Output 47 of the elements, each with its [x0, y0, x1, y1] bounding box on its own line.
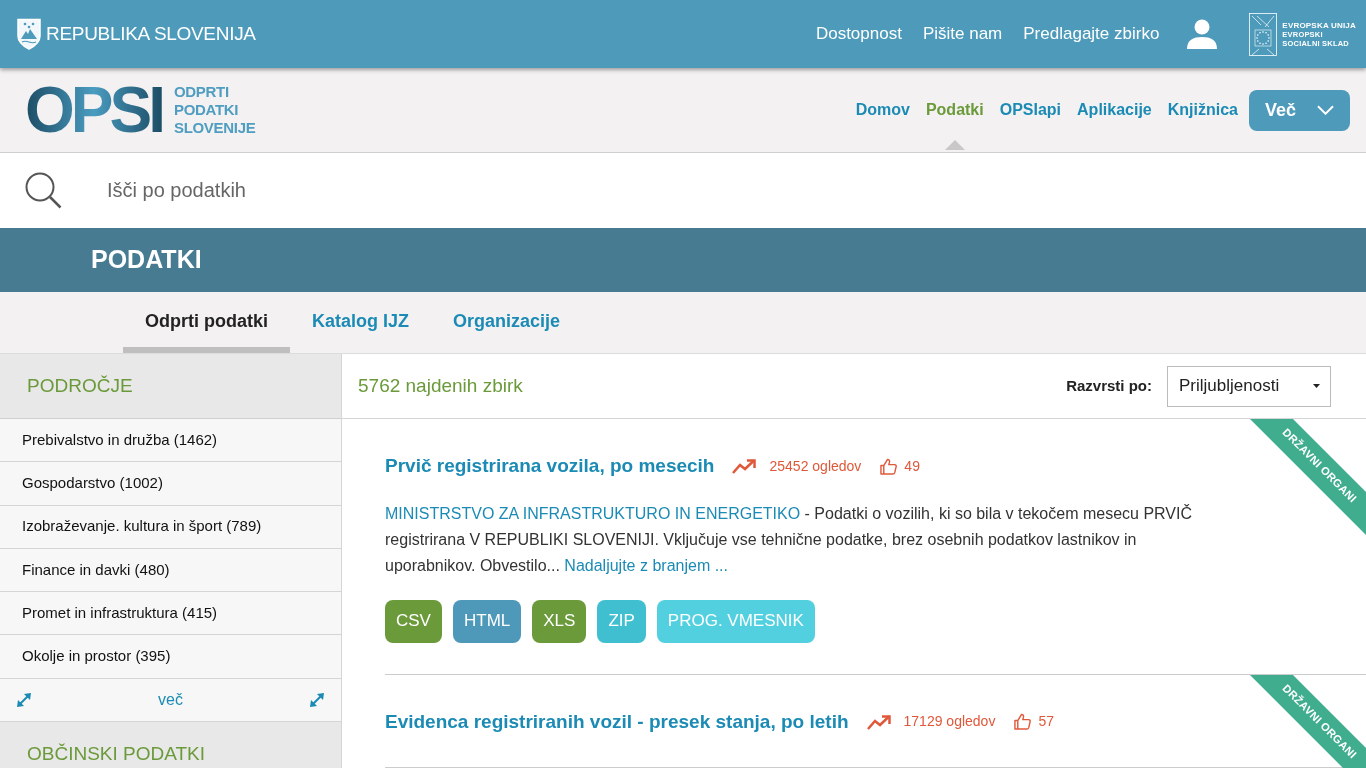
sort-dropdown[interactable]: Priljubljenosti — [1167, 365, 1331, 407]
sort-label: Razvrsti po: — [1066, 375, 1152, 396]
expand-icon[interactable] — [308, 690, 326, 709]
site-title[interactable]: REPUBLIKA SLOVENIJA — [46, 19, 256, 49]
nav-link[interactable]: Knjižnica — [1167, 98, 1238, 122]
expand-icon[interactable] — [15, 690, 33, 709]
nav-link[interactable]: Domov — [855, 98, 910, 122]
dataset-description: MINISTRSTVO ZA INFRASTRUKTURO IN ENERGETIKO - Podatki o vozilih, ki so bila v tekočem mesecu PRVIČ registrirana V REPUBLIKI SLOVENIJI. Vključuje vse tehnične podatke, brez osebnih podatkov lastnikov in uporabnikov. Obvestilo... Nadaljujte z branjem ... — [385, 503, 1193, 576]
caret-down-icon — [1313, 384, 1320, 388]
more-menu-button[interactable]: Več — [1249, 89, 1350, 131]
thumbs-up-icon[interactable] — [1014, 713, 1032, 731]
format-tag[interactable]: HTML — [452, 599, 522, 643]
user-icon[interactable] — [1187, 19, 1218, 49]
like-count: 57 — [1038, 712, 1054, 732]
dataset-title-link[interactable]: Prvič registrirana vozila, po mesecih — [385, 452, 715, 481]
view-count: 25452 ogledov — [769, 456, 862, 476]
publisher-link[interactable]: MINISTRSTVO ZA INFRASTRUKTURO IN ENERGETIKO — [385, 504, 801, 522]
search-icon[interactable] — [25, 172, 62, 209]
top-link[interactable]: Pišite nam — [922, 21, 1003, 47]
nav-link[interactable]: OPSIapi — [999, 98, 1062, 122]
top-link[interactable]: Dostopnost — [815, 21, 902, 47]
filter-group-title[interactable]: PODROČJE — [27, 371, 133, 401]
logo-tagline: ODPRTI PODATKI SLOVENIJE — [173, 83, 256, 137]
section-tab[interactable]: Organizacije — [431, 292, 583, 353]
coat-of-arms-icon[interactable] — [16, 18, 42, 50]
view-count: 17129 ogledov — [903, 712, 996, 732]
dataset-title-link[interactable]: Evidenca registriranih vozil - presek stanja, po letih — [385, 707, 849, 736]
show-more-link[interactable]: več — [158, 687, 183, 712]
filter-group-title[interactable]: OBČINSKI PODATKI — [27, 739, 206, 768]
format-tag[interactable]: PROG. VMESNIK — [656, 599, 815, 643]
trending-icon — [732, 458, 758, 475]
chevron-down-icon — [1317, 105, 1334, 115]
section-tab[interactable]: Katalog IJZ — [290, 292, 431, 353]
opsi-logo[interactable]: OPSI — [25, 85, 162, 135]
read-more-link[interactable]: Nadaljujte z branjem ... — [564, 556, 728, 574]
format-tag[interactable]: CSV — [385, 599, 442, 643]
like-count: 49 — [904, 456, 920, 476]
trending-icon — [866, 713, 892, 730]
results-count: 5762 najdenih zbirk — [358, 373, 523, 398]
nav-link[interactable]: Aplikacije — [1077, 98, 1152, 122]
search-field[interactable]: Išči po podatkih — [107, 170, 707, 211]
thumbs-up-icon[interactable] — [880, 457, 898, 475]
format-tag[interactable]: ZIP — [597, 599, 646, 643]
top-link[interactable]: Predlagajte zbirko — [1023, 21, 1160, 47]
eu-flag-icon[interactable] — [1249, 12, 1278, 56]
format-tag[interactable]: XLS — [532, 599, 587, 643]
section-title: PODATKI — [91, 244, 202, 276]
